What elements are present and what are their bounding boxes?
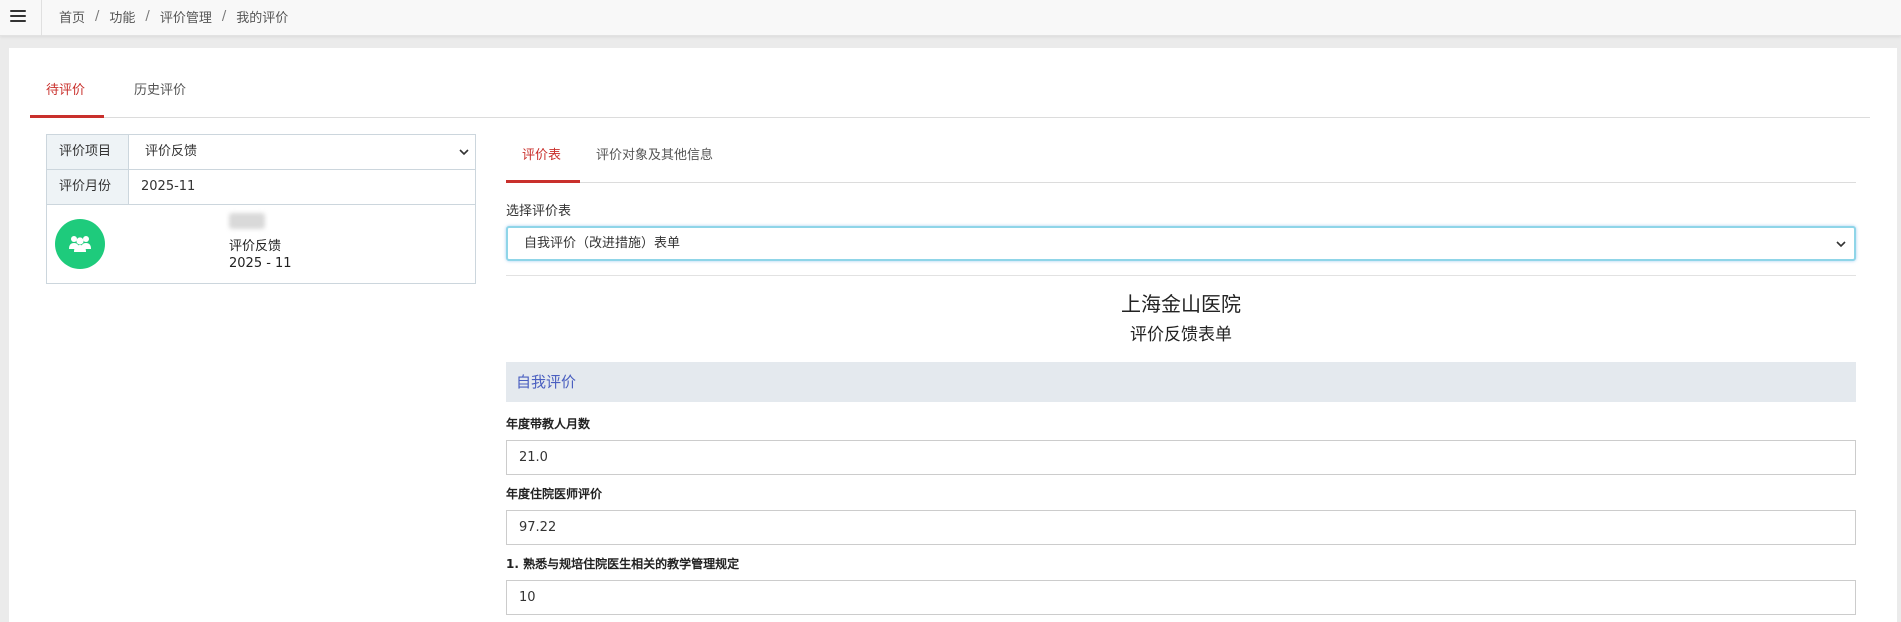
topbar-divider <box>41 0 42 36</box>
evaluation-card[interactable]: 评价反馈 2025 - 11 <box>47 205 475 283</box>
sub-tabs: 评价表 评价对象及其他信息 <box>506 134 1856 183</box>
field-annual-teaching-months[interactable]: 21.0 <box>506 440 1856 475</box>
redacted-name <box>229 213 265 229</box>
chevron-down-icon <box>1836 241 1846 248</box>
project-label: 评价项目 <box>47 135 129 169</box>
divider <box>506 275 1856 276</box>
tab-evaluation-target-info[interactable]: 评价对象及其他信息 <box>580 134 729 183</box>
hospital-name: 上海金山医院 <box>1121 292 1241 316</box>
month-value: 2025-11 <box>141 179 196 194</box>
breadcrumb-function[interactable]: 功能 <box>109 7 135 26</box>
chevron-down-icon <box>459 149 469 156</box>
project-select[interactable]: 评价反馈 <box>129 135 475 169</box>
main-tabs: 待评价 历史评价 <box>30 68 1870 118</box>
breadcrumb-my-evaluation: 我的评价 <box>236 11 289 26</box>
breadcrumb-separator: / <box>221 9 227 24</box>
breadcrumb: 首页 / 功能 / 评价管理 / 我的评价 <box>59 7 288 26</box>
top-bar: 首页 / 功能 / 评价管理 / 我的评价 <box>0 0 1901 36</box>
tab-history-evaluation[interactable]: 历史评价 <box>118 68 202 118</box>
field-label-teaching-regulations: 1. 熟悉与规培住院医生相关的教学管理规定 <box>506 557 740 571</box>
tab-evaluation-form[interactable]: 评价表 <box>506 134 580 183</box>
breadcrumb-home[interactable]: 首页 <box>59 7 85 26</box>
card-evaluation-date: 2025 - 11 <box>229 256 292 271</box>
field-label-annual-resident-evaluation: 年度住院医师评价 <box>506 487 603 501</box>
project-row: 评价项目 评价反馈 <box>47 135 475 170</box>
users-icon <box>55 219 105 269</box>
hamburger-menu-icon[interactable] <box>8 6 30 26</box>
tab-pending-evaluation[interactable]: 待评价 <box>30 68 104 118</box>
sheet-select-value: 自我评价（改进措施）表单 <box>524 236 681 251</box>
sheet-select[interactable]: 自我评价（改进措施）表单 <box>506 226 1856 261</box>
sheet-select-label: 选择评价表 <box>506 204 572 219</box>
section-header-self-evaluation: 自我评价 <box>506 362 1856 402</box>
breadcrumb-separator: / <box>95 9 100 24</box>
field-label-annual-teaching-months: 年度带教人月数 <box>506 417 591 431</box>
breadcrumb-evaluation-management[interactable]: 评价管理 <box>160 7 212 26</box>
form-title: 评价反馈表单 <box>1130 325 1232 345</box>
month-label: 评价月份 <box>47 170 129 204</box>
card-evaluation-name: 评价反馈 <box>229 239 282 254</box>
evaluation-info-table: 评价项目 评价反馈 评价月份 2025-11 评价反馈 2025 - 11 <box>46 134 476 284</box>
breadcrumb-separator: / <box>145 9 150 24</box>
month-row: 评价月份 2025-11 <box>47 170 475 205</box>
field-annual-resident-evaluation[interactable]: 97.22 <box>506 510 1856 545</box>
field-teaching-regulations[interactable]: 10 <box>506 580 1856 615</box>
project-select-value: 评价反馈 <box>145 144 198 159</box>
